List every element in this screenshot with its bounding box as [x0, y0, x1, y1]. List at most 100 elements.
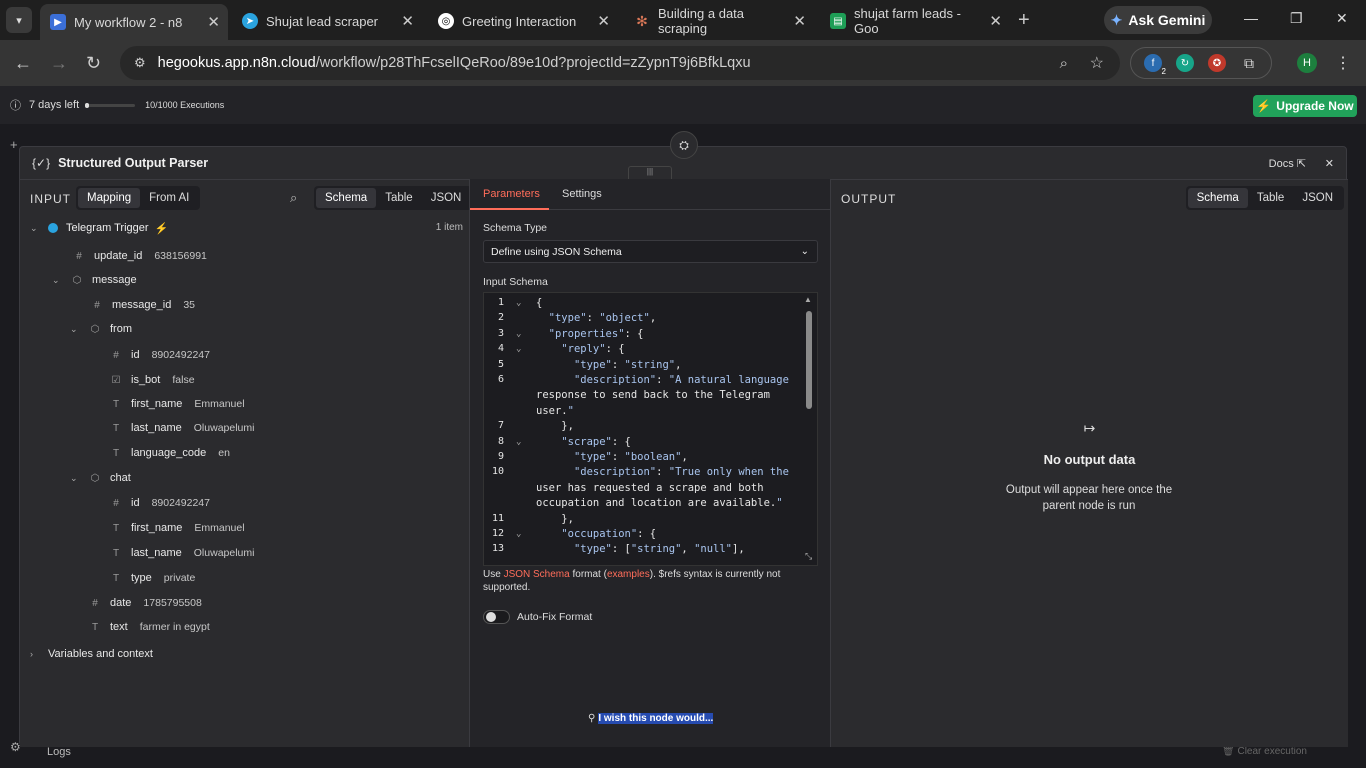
variables-context-row[interactable]: › Variables and context	[30, 645, 165, 663]
telegram-trigger-row[interactable]: ⌄ Telegram Trigger ⚡	[30, 219, 168, 237]
avatar[interactable]: H	[1297, 53, 1317, 73]
url-field[interactable]: ⚙ hegookus.app.n8n.cloud /workflow/p28Th…	[120, 46, 1120, 80]
resize-icon[interactable]: ⤡	[805, 551, 812, 562]
fold-chevron-icon[interactable]: ⌄	[516, 298, 521, 308]
back-to-canvas-icon[interactable]: ⛭	[670, 131, 698, 159]
tab-building-data-scraping[interactable]: ✻ Building a data scraping ✕	[624, 6, 814, 36]
vpn-extension-icon[interactable]: ✪	[1208, 54, 1226, 72]
back-icon[interactable]: ←	[14, 53, 32, 74]
field-row[interactable]: Ttype private	[109, 569, 195, 587]
clear-execution-button[interactable]: 🗑 Clear execution	[1222, 746, 1307, 757]
maximize-icon[interactable]: ❐	[1290, 10, 1303, 27]
scrollbar-thumb[interactable]	[806, 311, 812, 409]
field-row[interactable]: ☑ is_bot false	[109, 371, 195, 389]
code-line: occupation and location are available."	[536, 497, 783, 510]
chevron-down-icon[interactable]: ⌄	[70, 473, 84, 484]
table-view-button[interactable]: Table	[1248, 188, 1294, 208]
field-row[interactable]: # date 1785795508	[88, 594, 202, 612]
tab-settings[interactable]: Settings	[562, 188, 602, 200]
reload-icon[interactable]: ↻	[86, 53, 101, 74]
table-view-button[interactable]: Table	[376, 188, 422, 208]
mapping-button[interactable]: Mapping	[78, 188, 141, 208]
fold-chevron-icon[interactable]: ⌄	[516, 529, 521, 539]
plus-icon[interactable]: +	[10, 137, 18, 152]
json-schema-link[interactable]: JSON Schema	[504, 569, 570, 580]
execution-count: 10/1000 Executions	[145, 100, 225, 110]
new-tab-icon[interactable]: +	[1018, 9, 1030, 32]
field-row[interactable]: Tfirst_name Emmanuel	[109, 395, 245, 413]
field-row[interactable]: ⌄ ⬡ message	[52, 271, 149, 289]
from-ai-button[interactable]: From AI	[140, 188, 198, 208]
code-line: user has requested a scrape and both	[536, 481, 764, 494]
telegram-icon: ➤	[242, 13, 258, 29]
close-icon[interactable]: ✕	[207, 13, 220, 31]
logs-label[interactable]: Logs	[47, 746, 71, 758]
trial-banner: ⓘ 7 days left 10/1000 Executions	[0, 86, 1366, 124]
tab-title: shujat farm leads - Goo	[854, 6, 961, 36]
tab-my-workflow[interactable]: ▶ My workflow 2 - n8 ✕	[40, 4, 228, 40]
minimize-icon[interactable]: —	[1244, 10, 1258, 26]
field-row[interactable]: Tlast_name Oluwapelumi	[109, 544, 255, 562]
field-row[interactable]: # update_id 638156991	[72, 247, 207, 265]
url-host: hegookus.app.n8n.cloud	[157, 55, 316, 71]
scroll-up-icon[interactable]: ▲	[804, 295, 812, 304]
forward-icon[interactable]: →	[50, 53, 68, 74]
field-row[interactable]: # id 8902492247	[109, 346, 210, 364]
field-row[interactable]: Ttext farmer in egypt	[88, 618, 210, 636]
grammar-extension-icon[interactable]: ↻	[1176, 54, 1194, 72]
panel-drag-handle[interactable]: |||	[628, 166, 672, 180]
auto-fix-toggle[interactable]	[483, 610, 510, 624]
chevron-right-icon[interactable]: ›	[30, 649, 44, 659]
code-line: "description": "True only when the	[573, 466, 789, 479]
schema-code-editor[interactable]: 1 ⌄ {2 "type": "object", 3 ⌄ "properties": {…	[483, 292, 818, 566]
close-icon[interactable]: ✕	[401, 12, 414, 30]
site-info-icon[interactable]: ⚙	[134, 55, 146, 71]
tab-search-icon[interactable]: ▾	[6, 7, 32, 33]
close-window-icon[interactable]: ✕	[1336, 10, 1348, 27]
close-icon[interactable]: ✕	[989, 12, 1002, 30]
ask-gemini-button[interactable]: ✦ Ask Gemini	[1104, 6, 1212, 34]
arrow-to-line-icon: ↦	[1083, 420, 1096, 436]
field-row[interactable]: Tlast_name Oluwapelumi	[109, 419, 255, 437]
schema-view-button[interactable]: Schema	[1187, 188, 1248, 208]
field-row[interactable]: Tfirst_name Emmanuel	[109, 519, 245, 537]
close-icon[interactable]: ✕	[597, 12, 610, 30]
schema-type-select[interactable]: Define using JSON Schema ⌄	[483, 240, 818, 263]
close-icon[interactable]: ✕	[793, 12, 806, 30]
search-icon[interactable]: ⌕	[290, 190, 297, 206]
fold-chevron-icon[interactable]: ⌄	[516, 329, 521, 339]
feedback-link[interactable]: ⚲ I wish this node would...	[588, 713, 714, 724]
search-icon[interactable]: ⌕	[1060, 55, 1068, 72]
examples-link[interactable]: examples	[607, 569, 650, 580]
chevron-down-icon[interactable]: ⌄	[30, 223, 44, 234]
extension-icon[interactable]: f2	[1144, 54, 1166, 76]
fold-chevron-icon[interactable]: ⌄	[516, 344, 521, 354]
kebab-menu-icon[interactable]: ⋮	[1335, 53, 1351, 73]
code-line: "reply": {	[561, 343, 625, 356]
fold-chevron-icon[interactable]: ⌄	[516, 437, 521, 447]
field-row[interactable]: # id 8902492247	[109, 494, 210, 512]
field-row[interactable]: ⌄ ⬡ from	[70, 320, 144, 338]
tab-shujat-lead-scraper[interactable]: ➤ Shujat lead scraper ✕	[232, 6, 422, 36]
node-title[interactable]: Structured Output Parser	[58, 156, 208, 170]
json-view-button[interactable]: JSON	[1293, 188, 1342, 208]
no-output-title: No output data	[1043, 452, 1136, 467]
bookmark-star-icon[interactable]: ☆	[1090, 53, 1104, 73]
close-icon[interactable]: ✕	[1325, 157, 1334, 170]
field-row[interactable]: # message_id 35	[90, 296, 195, 314]
string-type-icon: T	[112, 547, 120, 559]
lightbulb-icon: ⚲	[588, 713, 596, 724]
field-row[interactable]: Tlanguage_code en	[109, 444, 230, 462]
json-view-button[interactable]: JSON	[422, 188, 471, 208]
schema-view-button[interactable]: Schema	[316, 188, 377, 208]
tab-shujat-farm-leads[interactable]: ▤ shujat farm leads - Goo ✕	[820, 6, 1010, 36]
tab-greeting-interaction[interactable]: ◎ Greeting Interaction ✕	[428, 6, 618, 36]
chevron-down-icon[interactable]: ⌄	[52, 275, 66, 286]
upgrade-button[interactable]: ⚡ Upgrade Now	[1253, 95, 1357, 117]
field-row[interactable]: ⌄ ⬡ chat	[70, 469, 143, 487]
tab-parameters[interactable]: Parameters	[483, 188, 540, 200]
line-number: 1	[497, 297, 504, 308]
chevron-down-icon[interactable]: ⌄	[70, 324, 84, 335]
puzzle-icon[interactable]: ⧉	[1240, 54, 1258, 72]
docs-link[interactable]: Docs ⇱	[1269, 157, 1306, 170]
